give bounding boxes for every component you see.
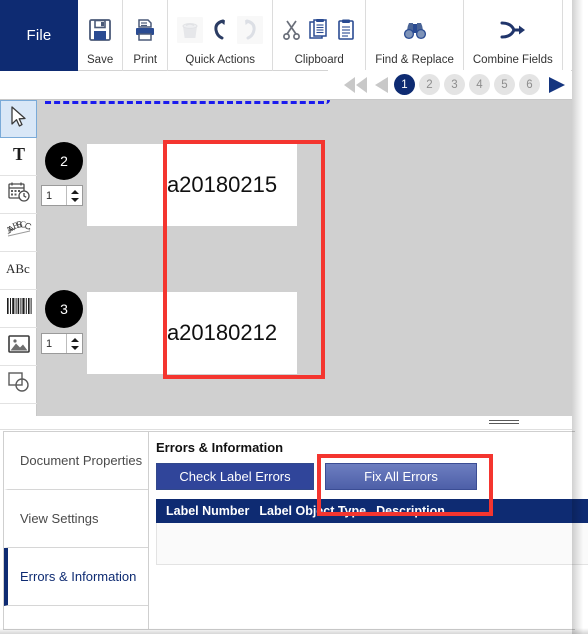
errors-grid: Label Number Label Object Type Descripti… — [156, 499, 588, 565]
label-badge-2: 2 — [45, 142, 83, 180]
page-button-5[interactable]: 5 — [494, 74, 515, 95]
label-copies-value-2: 1 — [46, 189, 53, 202]
text-tool[interactable]: T — [0, 138, 37, 176]
bottom-dock-panel: Document Properties View Settings Errors… — [3, 431, 588, 630]
tool-palette: T BC A B C ABc — [0, 99, 37, 416]
stepper-arrows-icon-2[interactable] — [66, 186, 82, 205]
copy-icon[interactable] — [308, 18, 330, 42]
page-button-6[interactable]: 6 — [519, 74, 540, 95]
ribbon-group-label-quick-print: Print — [133, 54, 158, 66]
tab-label-view-settings: View Settings — [20, 511, 99, 526]
application-window: File Save Print Quick Actions Clipboard … — [0, 0, 588, 634]
label-1-selection-corner — [322, 100, 330, 104]
abc-text-icon: ABc — [5, 259, 33, 282]
bottom-panel-tab-list: Document Properties View Settings Errors… — [4, 432, 149, 629]
barcode-tool[interactable] — [0, 290, 37, 328]
curved-text-tool[interactable]: ABC A B C — [0, 214, 37, 252]
errors-information-panel: Errors & Information Check Label Errors … — [149, 432, 588, 629]
barcode-icon — [6, 296, 32, 321]
label-card-3[interactable]: a20180212 — [87, 292, 297, 374]
save-icon[interactable] — [87, 17, 113, 43]
tab-errors-information[interactable]: Errors & Information — [4, 548, 148, 606]
fix-all-errors-label: Fix All Errors — [364, 469, 438, 484]
ribbon-group-label-combine-fields: Combine Fields — [472, 54, 553, 66]
cut-icon[interactable] — [282, 18, 302, 42]
window-bottom-shadow — [0, 628, 588, 634]
fix-all-errors-button[interactable]: Fix All Errors — [325, 463, 477, 490]
ribbon-group-combine-fields: Combine Fields — [464, 0, 563, 71]
label-design-canvas[interactable]: 2 1 a20180215 3 1 a20180212 — [37, 99, 572, 416]
ribbon-group-label-save: Save — [87, 54, 114, 66]
errors-grid-header: Label Number Label Object Type Descripti… — [156, 499, 588, 523]
first-page-icon[interactable] — [343, 75, 369, 95]
label-card-2[interactable]: a20180215 — [87, 144, 297, 226]
tab-label-errors-information: Errors & Information — [20, 569, 137, 584]
svg-text:ABc: ABc — [6, 261, 30, 276]
ribbon-toolbar: File Save Print Quick Actions Clipboard … — [0, 0, 572, 71]
ribbon-group-label-quick-actions: Quick Actions — [185, 54, 256, 66]
label-copies-value-3: 1 — [46, 337, 53, 350]
stepper-arrows-icon-3[interactable] — [66, 334, 82, 353]
column-header-label-number[interactable]: Label Number — [156, 504, 249, 518]
ribbon-group-save: Save — [78, 0, 124, 71]
redo-icon — [237, 15, 264, 44]
paragraph-tool[interactable]: ABc — [0, 252, 37, 290]
ribbon-group-label-find-replace: Find & Replace — [375, 54, 454, 66]
print-icon[interactable] — [132, 17, 158, 43]
paste-icon[interactable] — [336, 18, 356, 42]
ribbon-group-quick-actions: Quick Actions — [168, 0, 274, 71]
panel-button-row: Check Label Errors Fix All Errors — [156, 463, 588, 490]
page-button-1[interactable]: 1 — [394, 74, 415, 95]
check-label-errors-button[interactable]: Check Label Errors — [156, 463, 314, 490]
check-label-errors-label: Check Label Errors — [179, 469, 291, 484]
text-t-icon: T — [9, 144, 29, 169]
panel-splitter[interactable] — [0, 416, 572, 430]
file-menu-button[interactable]: File — [0, 0, 78, 71]
curved-abc-icon: ABC A B C — [3, 219, 33, 246]
tab-label-document-properties: Document Properties — [20, 453, 143, 468]
tab-document-properties[interactable]: Document Properties — [4, 432, 148, 490]
column-header-description[interactable]: Description — [366, 504, 445, 518]
file-menu-label: File — [26, 27, 52, 44]
image-tool[interactable] — [0, 328, 37, 366]
splitter-grip-icon — [489, 420, 519, 425]
calendar-clock-icon — [7, 181, 31, 208]
merge-arrow-icon[interactable] — [498, 19, 528, 41]
next-page-icon[interactable] — [544, 74, 569, 96]
label-copies-stepper-3[interactable]: 1 — [41, 333, 83, 354]
errors-grid-body[interactable] — [156, 523, 588, 565]
svg-text:T: T — [12, 144, 24, 164]
label-badge-3: 3 — [45, 290, 83, 328]
ribbon-group-label-clipboard: Clipboard — [294, 54, 344, 66]
window-right-shadow — [572, 0, 588, 634]
page-button-4[interactable]: 4 — [469, 74, 490, 95]
ribbon-group-clipboard: Clipboard — [273, 0, 367, 71]
delete-icon — [177, 16, 204, 43]
ribbon-group-print: Print — [123, 0, 169, 71]
undo-icon[interactable] — [209, 18, 231, 42]
label-copies-stepper-2[interactable]: 1 — [41, 185, 83, 206]
tab-view-settings[interactable]: View Settings — [4, 490, 148, 548]
label-1-selection-outline — [45, 101, 324, 104]
label-text-3: a20180212 — [166, 320, 278, 345]
page-button-3[interactable]: 3 — [444, 74, 465, 95]
page-navigation: 1 2 3 4 5 6 — [328, 70, 571, 99]
page-button-2[interactable]: 2 — [419, 74, 440, 95]
panel-title: Errors & Information — [156, 440, 284, 455]
datetime-tool[interactable] — [0, 176, 37, 214]
select-tool[interactable] — [0, 100, 37, 138]
shape-tool[interactable] — [0, 366, 37, 404]
shapes-icon — [7, 371, 31, 398]
ribbon-group-find-replace: Find & Replace — [366, 0, 464, 71]
picture-icon — [7, 334, 31, 359]
binoculars-icon[interactable] — [402, 18, 428, 42]
cursor-arrow-icon — [9, 105, 28, 133]
column-header-label-object-type[interactable]: Label Object Type — [249, 504, 366, 518]
prev-page-icon[interactable] — [373, 75, 390, 95]
label-text-2: a20180215 — [166, 172, 278, 197]
